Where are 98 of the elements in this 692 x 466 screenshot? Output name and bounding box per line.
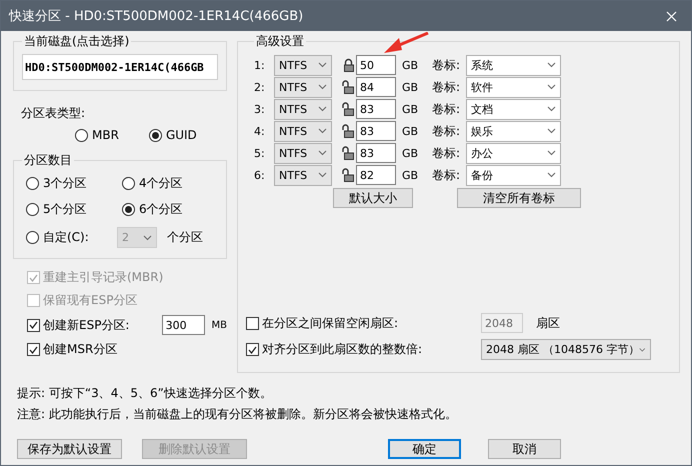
filesystem-dropdown[interactable]: NTFS bbox=[274, 142, 332, 164]
filesystem-dropdown[interactable]: NTFS bbox=[274, 98, 332, 120]
unit-label: GB bbox=[401, 58, 420, 72]
partition-index: 2: bbox=[254, 80, 266, 94]
checkbox[interactable] bbox=[27, 343, 40, 356]
chevron-icon bbox=[318, 84, 327, 90]
padlock-icon[interactable] bbox=[342, 146, 355, 160]
note-text: 注意: 此功能执行后，当前磁盘上的现有分区将被删除。新分区将会被快速格式化。 bbox=[17, 406, 458, 423]
default-size-button[interactable]: 默认大小 bbox=[333, 188, 413, 208]
group-title: 当前磁盘(点击选择) bbox=[23, 33, 130, 50]
volume-label-dropdown[interactable]: 系统 bbox=[466, 54, 561, 76]
chevron-icon bbox=[547, 150, 556, 156]
chevron-icon bbox=[547, 84, 556, 90]
padlock-icon[interactable] bbox=[342, 80, 355, 94]
checkbox[interactable] bbox=[246, 343, 259, 356]
size-field[interactable]: 84 bbox=[356, 77, 396, 97]
chevron-icon bbox=[547, 128, 556, 134]
annotation-arrow bbox=[383, 32, 429, 54]
chevron-icon bbox=[318, 150, 327, 156]
volume-caption: 卷标: bbox=[432, 56, 462, 74]
size-field[interactable]: 82 bbox=[356, 165, 396, 185]
partition-index: 1: bbox=[254, 58, 266, 72]
volume-label-dropdown[interactable]: 办公 bbox=[466, 142, 561, 164]
chevron-icon bbox=[143, 234, 152, 240]
unit-label: GB bbox=[401, 168, 420, 182]
filesystem-dropdown[interactable]: NTFS bbox=[274, 76, 332, 98]
padlock-icon[interactable] bbox=[342, 102, 355, 116]
size-field[interactable]: 83 bbox=[356, 143, 396, 163]
checkbox-label: 在分区之间保留空闲扇区: bbox=[262, 314, 400, 332]
padlock-icon[interactable] bbox=[342, 58, 355, 72]
alignment-dropdown[interactable]: 2048 扇区 （1048576 字节） bbox=[481, 339, 651, 360]
dialog-button[interactable]: 取消 bbox=[488, 439, 561, 459]
volume-caption: 卷标: bbox=[432, 78, 462, 96]
radio-label: MBR bbox=[92, 128, 119, 142]
partition-index: 4: bbox=[254, 124, 266, 138]
count-suffix: 个分区 bbox=[167, 229, 203, 246]
dialog-button[interactable]: 保存为默认设置 bbox=[17, 439, 122, 459]
chevron-icon bbox=[547, 106, 556, 112]
radio-button[interactable] bbox=[26, 203, 39, 216]
filesystem-dropdown[interactable]: NTFS bbox=[274, 120, 332, 142]
size-field[interactable]: 83 bbox=[356, 121, 396, 141]
clear-labels-button[interactable]: 清空所有卷标 bbox=[457, 188, 581, 208]
unit-label: 扇区 bbox=[536, 314, 560, 332]
chevron-icon bbox=[547, 62, 556, 68]
esp-size-field[interactable]: 300 bbox=[162, 315, 204, 335]
volume-label-dropdown[interactable]: 软件 bbox=[466, 76, 561, 98]
radio-button[interactable] bbox=[26, 177, 39, 190]
checkbox-label: 创建新ESP分区: bbox=[43, 316, 130, 334]
radio-label: 4个分区 bbox=[139, 175, 183, 192]
checkbox[interactable] bbox=[27, 318, 40, 332]
volume-caption: 卷标: bbox=[432, 122, 462, 140]
radio-label: 3个分区 bbox=[43, 175, 87, 192]
dialog-button[interactable]: 确定 bbox=[388, 439, 461, 459]
volume-label-dropdown[interactable]: 文档 bbox=[466, 98, 561, 120]
group-title: 分区数目 bbox=[23, 152, 73, 169]
window-title: 快速分区 - HD0:ST500DM002-1ER14C(466GB) bbox=[9, 8, 304, 25]
checkbox-label: 保留现有ESP分区 bbox=[43, 292, 138, 309]
unit-label: GB bbox=[401, 124, 420, 138]
partition-index: 6: bbox=[254, 168, 266, 182]
padlock-icon[interactable] bbox=[342, 124, 355, 138]
partition-index: 5: bbox=[254, 146, 266, 160]
volume-caption: 卷标: bbox=[432, 166, 462, 184]
chevron-icon bbox=[639, 346, 646, 352]
size-field[interactable]: 83 bbox=[356, 99, 396, 119]
padlock-icon[interactable] bbox=[342, 168, 355, 182]
radio-button[interactable] bbox=[75, 128, 88, 142]
checkbox-label: 创建MSR分区 bbox=[43, 341, 118, 358]
volume-label-dropdown[interactable]: 备份 bbox=[466, 164, 561, 186]
close-icon bbox=[666, 10, 676, 22]
volume-caption: 卷标: bbox=[432, 100, 462, 118]
chevron-icon bbox=[318, 172, 327, 178]
checkbox-label: 对齐分区到此扇区数的整数倍: bbox=[262, 341, 424, 358]
note-text: 提示: 可按下“3、4、5、6”快速选择分区个数。 bbox=[17, 385, 273, 402]
chevron-icon bbox=[547, 172, 556, 178]
radio-label: 6个分区 bbox=[139, 201, 183, 218]
radio-button[interactable] bbox=[122, 177, 135, 190]
size-field[interactable]: 50 bbox=[356, 55, 396, 75]
partition-table-label: 分区表类型: bbox=[21, 106, 86, 120]
radio-label: GUID bbox=[166, 128, 197, 142]
filesystem-dropdown[interactable]: NTFS bbox=[274, 54, 332, 76]
filesystem-dropdown[interactable]: NTFS bbox=[274, 164, 332, 186]
radio-button[interactable] bbox=[122, 203, 135, 216]
partition-index: 3: bbox=[254, 102, 266, 116]
volume-label-dropdown[interactable]: 娱乐 bbox=[466, 120, 561, 142]
unit-label: GB bbox=[401, 80, 420, 94]
chevron-icon bbox=[318, 128, 327, 134]
radio-button[interactable] bbox=[148, 128, 162, 142]
disk-field[interactable]: HD0:ST500DM002-1ER14C(466GB bbox=[22, 54, 218, 80]
checkbox-label: 重建主引导记录(MBR) bbox=[43, 269, 164, 286]
volume-caption: 卷标: bbox=[432, 144, 462, 162]
group-title: 高级设置 bbox=[255, 33, 305, 50]
radio-label: 5个分区 bbox=[43, 201, 87, 218]
chevron-icon bbox=[318, 62, 327, 68]
radio-label: 自定(C): bbox=[43, 229, 90, 246]
unit-label: GB bbox=[401, 146, 420, 160]
unit-label: MB bbox=[212, 320, 227, 330]
chevron-icon bbox=[318, 106, 327, 112]
unit-label: GB bbox=[401, 102, 420, 116]
